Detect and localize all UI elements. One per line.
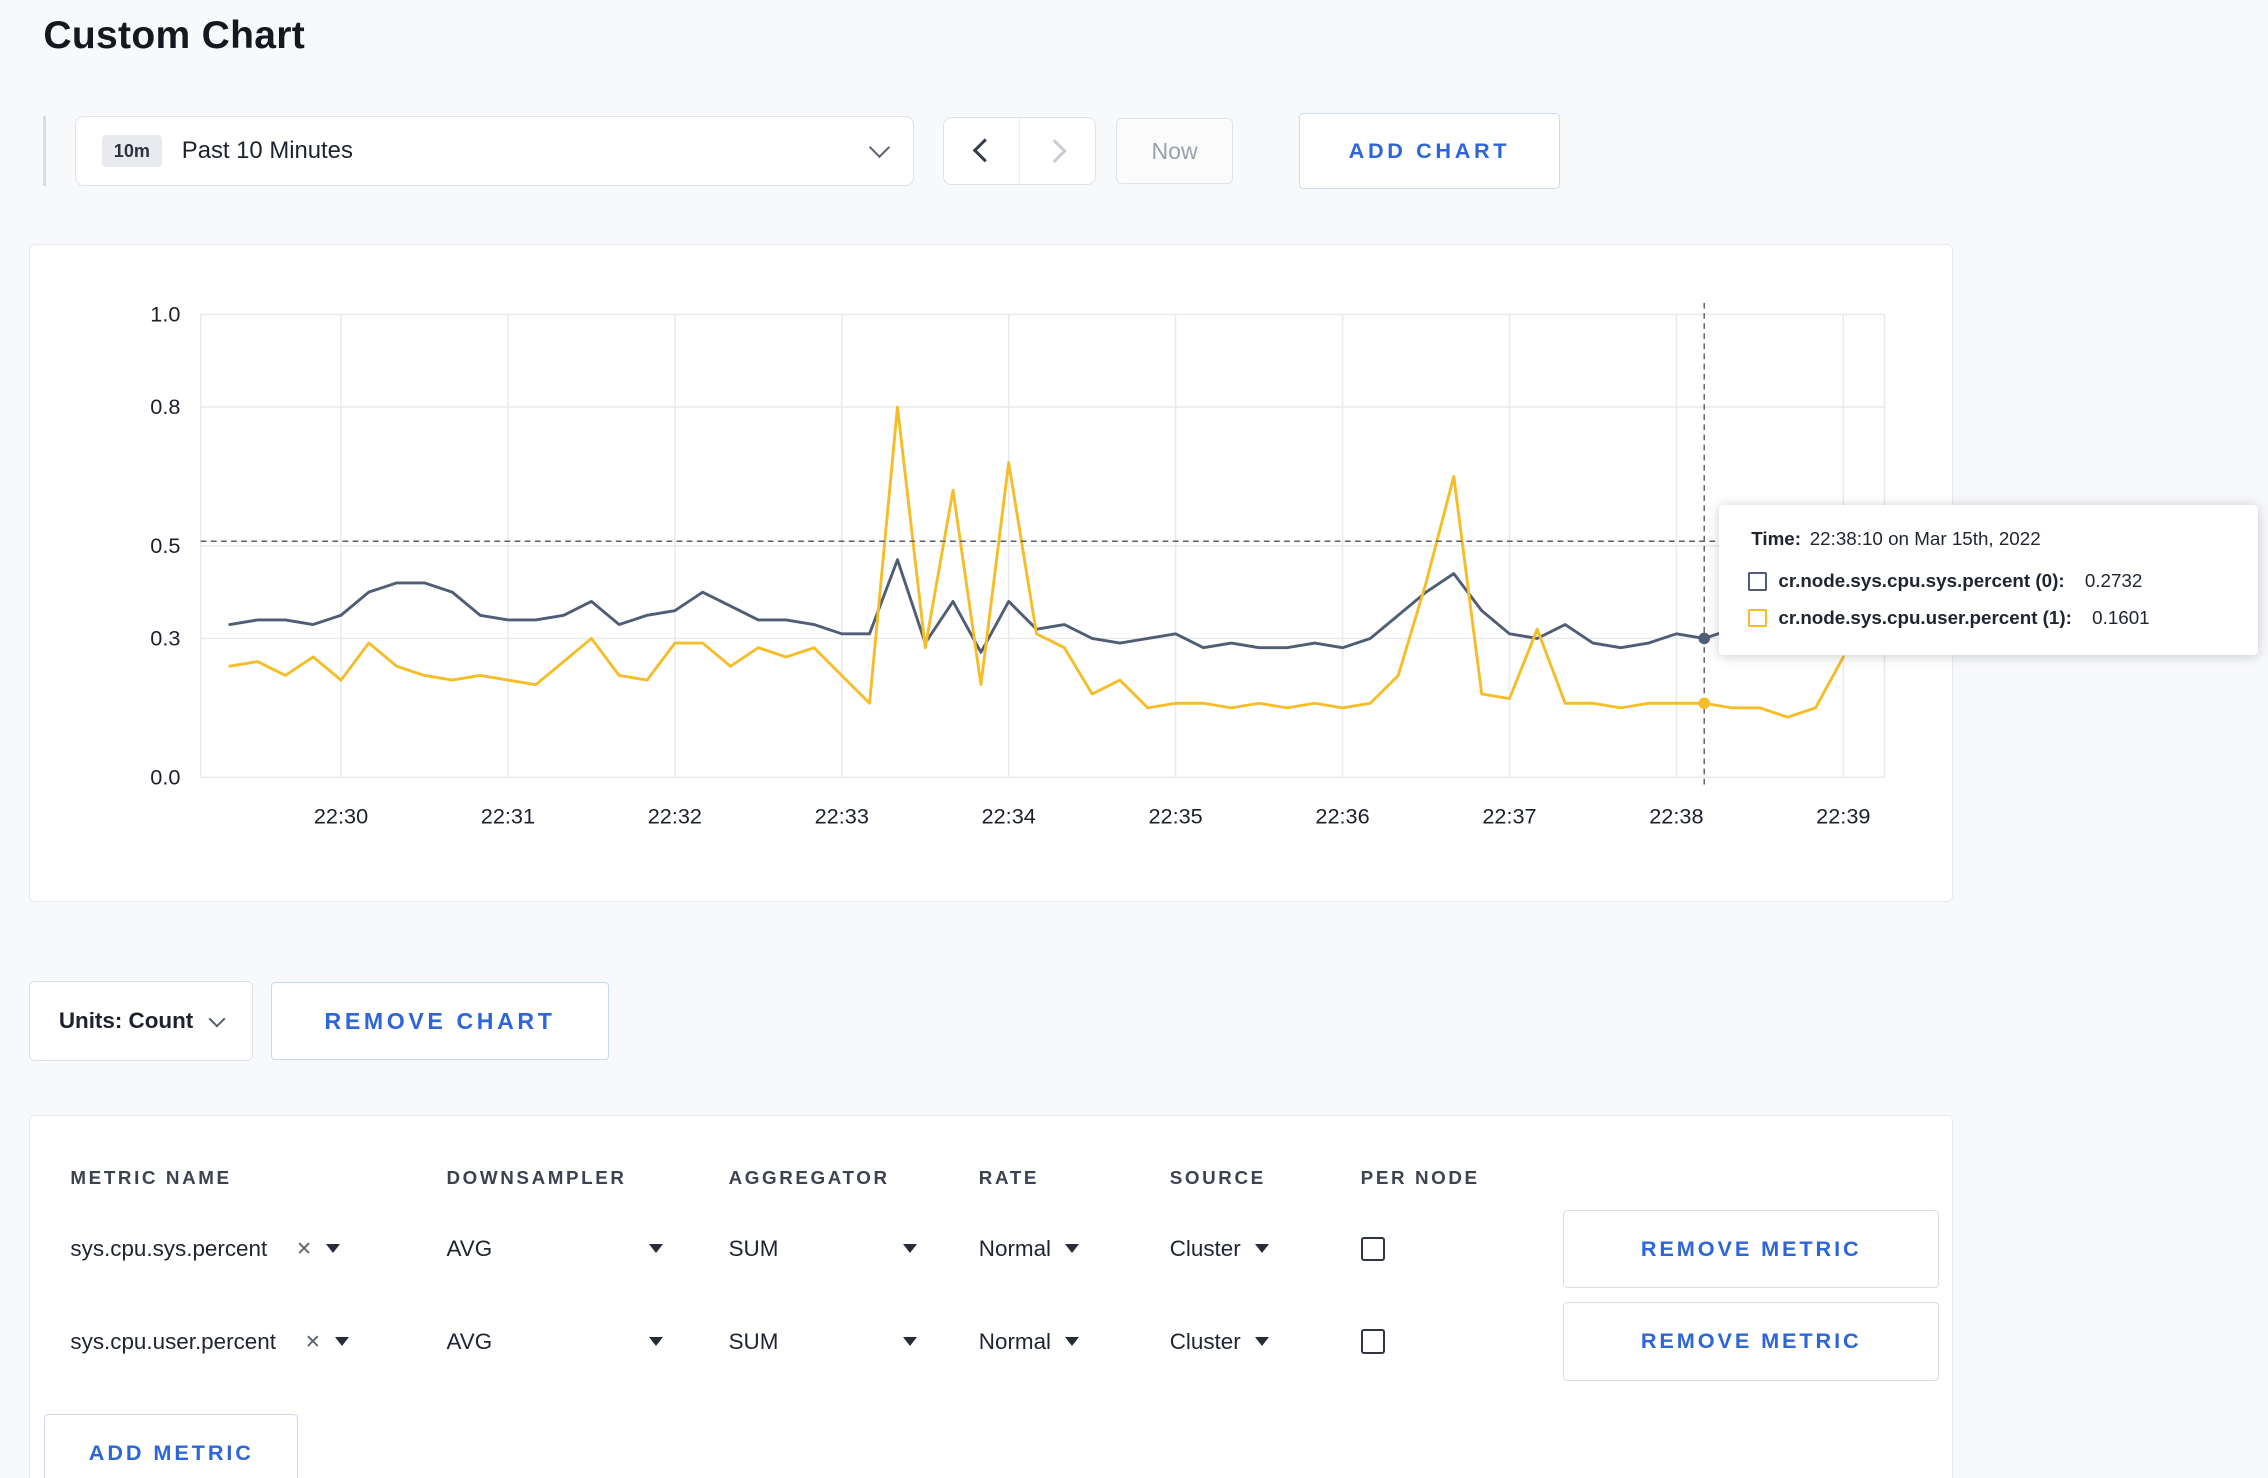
caret-down-icon [1255,1244,1270,1254]
toolbar: 10m Past 10 Minutes Now ADD CHART [43,113,2268,189]
col-header-metric-name: METRIC NAME [70,1167,232,1189]
svg-text:22:38: 22:38 [1649,803,1703,828]
caret-down-icon [902,1337,917,1347]
rate-value: Normal [978,1235,1052,1261]
aggregator-value: SUM [728,1328,779,1354]
close-icon[interactable]: ✕ [296,1238,312,1260]
col-header-rate: RATE [978,1167,1039,1189]
rate-select[interactable]: Normal [979,1236,1170,1262]
per-node-checkbox[interactable] [1360,1236,1386,1262]
series-sys-swatch-icon [1748,572,1767,591]
svg-text:0.3: 0.3 [150,625,180,650]
source-value: Cluster [1169,1235,1241,1261]
svg-text:22:36: 22:36 [1315,803,1369,828]
metrics-table: METRIC NAME DOWNSAMPLER AGGREGATOR RATE … [28,1114,1953,1478]
col-header-aggregator: AGGREGATOR [728,1167,890,1189]
chart-tooltip: Time: 22:38:10 on Mar 15th, 2022 cr.node.… [1719,504,2258,655]
col-header-downsampler: DOWNSAMPLER [446,1167,627,1189]
svg-text:22:37: 22:37 [1482,803,1536,828]
units-dropdown[interactable]: Units: Count [28,981,253,1062]
aggregator-select[interactable]: SUM [729,1329,917,1355]
col-header-per-node: PER NODE [1360,1167,1480,1189]
tooltip-series-row: cr.node.sys.cpu.user.percent (1): 0.1601 [1748,607,2228,629]
svg-text:22:32: 22:32 [648,803,702,828]
downsampler-select[interactable]: AVG [447,1236,664,1262]
per-node-cell [1360,1236,1564,1262]
metric-name-value: sys.cpu.user.percent [70,1328,276,1354]
caret-down-icon [1255,1337,1270,1347]
chart-actions: Units: Count REMOVE CHART [28,981,2268,1062]
caret-down-icon [1065,1337,1080,1347]
caret-down-icon [649,1337,664,1347]
col-header-source: SOURCE [1169,1167,1266,1189]
source-value: Cluster [1169,1328,1241,1354]
caret-down-icon [335,1337,350,1347]
tooltip-time-value: 22:38:10 on Mar 15th, 2022 [1809,528,2041,550]
metric-name-select[interactable]: sys.cpu.user.percent ✕ [70,1329,446,1355]
time-nav-group [943,116,1096,186]
metrics-table-header: METRIC NAME DOWNSAMPLER AGGREGATOR RATE … [70,1153,1951,1202]
add-metric-button[interactable]: ADD METRIC [44,1413,299,1478]
metric-row: sys.cpu.user.percent ✕ AVG SUM Normal Cl… [70,1295,1951,1388]
svg-text:22:33: 22:33 [815,803,869,828]
per-node-checkbox[interactable] [1360,1329,1386,1354]
metric-row: sys.cpu.sys.percent ✕ AVG SUM Normal Clu… [70,1203,1951,1296]
caret-down-icon [1065,1244,1080,1254]
add-chart-button[interactable]: ADD CHART [1298,113,1561,189]
tooltip-time-label: Time: [1751,528,1802,550]
per-node-cell [1360,1329,1564,1354]
remove-metric-button[interactable]: REMOVE METRIC [1563,1302,1940,1381]
close-icon[interactable]: ✕ [305,1331,321,1353]
svg-text:22:31: 22:31 [481,803,535,828]
aggregator-value: SUM [728,1235,779,1261]
metric-name-select[interactable]: sys.cpu.sys.percent ✕ [70,1236,446,1262]
chevron-down-icon [208,1010,226,1028]
next-range-button[interactable] [1019,117,1095,185]
rate-value: Normal [978,1328,1052,1354]
caret-down-icon [649,1244,664,1254]
page-title: Custom Chart [43,14,306,58]
time-window-badge: 10m [102,134,162,168]
time-range-dropdown[interactable]: 10m Past 10 Minutes [75,116,915,186]
chevron-down-icon [869,136,891,159]
svg-text:0.5: 0.5 [150,533,180,558]
now-button[interactable]: Now [1115,117,1234,185]
downsampler-value: AVG [446,1235,493,1261]
svg-text:1.0: 1.0 [150,301,180,326]
svg-text:0.0: 0.0 [150,764,180,789]
chevron-right-icon [1042,138,1067,164]
remove-metric-button[interactable]: REMOVE METRIC [1563,1209,1940,1288]
metrics-line-chart[interactable]: 0.0 0.3 0.5 0.8 1.0 22:30 22:31 22:32 22:33 22:34… [30,245,1954,867]
tooltip-series-row: cr.node.sys.cpu.sys.percent (0): 0.2732 [1748,570,2228,592]
metric-name-value: sys.cpu.sys.percent [70,1235,268,1261]
aggregator-select[interactable]: SUM [729,1236,917,1262]
prev-range-button[interactable] [944,117,1020,185]
units-label: Units: Count [58,1008,194,1034]
tooltip-series-label: cr.node.sys.cpu.sys.percent (0): [1778,570,2065,592]
tooltip-series-value: 0.2732 [2084,570,2143,592]
time-range-label: Past 10 Minutes [181,137,353,164]
caret-down-icon [326,1244,341,1254]
rate-select[interactable]: Normal [979,1329,1170,1355]
svg-text:22:35: 22:35 [1148,803,1202,828]
toolbar-divider [43,116,47,186]
downsampler-value: AVG [446,1328,493,1354]
source-select[interactable]: Cluster [1170,1236,1361,1262]
custom-chart-page: Custom Chart 10m Past 10 Minutes Now ADD… [0,0,2268,1478]
chevron-left-icon [972,138,997,164]
svg-text:22:34: 22:34 [981,803,1035,828]
caret-down-icon [902,1244,917,1254]
tooltip-series-label: cr.node.sys.cpu.user.percent (1): [1778,606,2072,628]
svg-text:0.8: 0.8 [150,394,180,419]
tooltip-series-value: 0.1601 [2092,606,2150,628]
svg-text:22:39: 22:39 [1816,803,1870,828]
tooltip-time-row: Time: 22:38:10 on Mar 15th, 2022 [1748,528,2228,550]
source-select[interactable]: Cluster [1170,1329,1361,1355]
downsampler-select[interactable]: AVG [447,1329,664,1355]
svg-text:22:30: 22:30 [314,803,368,828]
remove-chart-button[interactable]: REMOVE CHART [271,982,609,1061]
chart-panel: 0.0 0.3 0.5 0.8 1.0 22:30 22:31 22:32 22:33 22:34… [28,243,2258,902]
series-user-swatch-icon [1748,608,1767,627]
